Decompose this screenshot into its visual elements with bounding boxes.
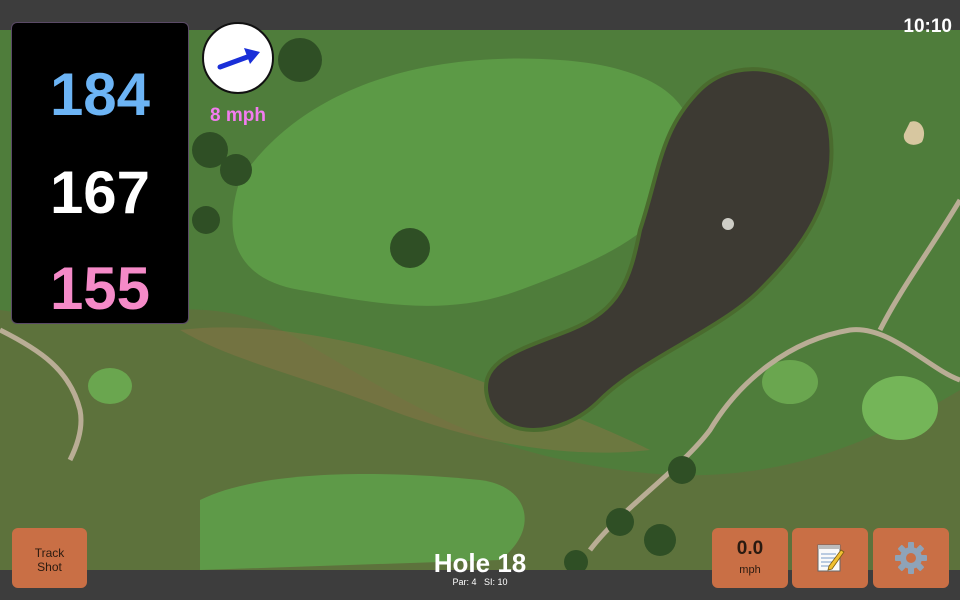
hole-details: Par: 4 SI: 10	[380, 577, 580, 587]
middle-distance: 167	[49, 159, 151, 226]
back-distance: 184	[49, 61, 151, 128]
front-distance: 155	[49, 255, 151, 322]
par-label: Par: 4	[452, 577, 477, 587]
notepad-icon	[817, 544, 845, 572]
gear-icon	[895, 542, 927, 574]
speed-value: 0.0	[736, 538, 764, 559]
track-shot-label-line1: Track	[34, 546, 65, 560]
distance-panel: 184 167 155	[11, 22, 189, 324]
notes-button[interactable]	[792, 528, 868, 588]
hole-info: Hole 18 Par: 4 SI: 10	[380, 549, 580, 587]
track-shot-label-line2: Shot	[37, 560, 62, 574]
speed-unit: mph	[739, 564, 761, 576]
speed-button[interactable]: 0.0 mph	[712, 528, 788, 588]
stroke-index-label: SI: 10	[484, 577, 508, 587]
wind-indicator	[202, 22, 274, 94]
settings-button[interactable]	[873, 528, 949, 588]
wind-speed-label: 8 mph	[210, 105, 266, 126]
track-shot-button[interactable]: Track Shot	[12, 528, 87, 588]
wind-arrow-icon	[217, 48, 260, 70]
clock-time: 10:10	[903, 16, 952, 37]
hole-title: Hole 18	[433, 548, 527, 578]
